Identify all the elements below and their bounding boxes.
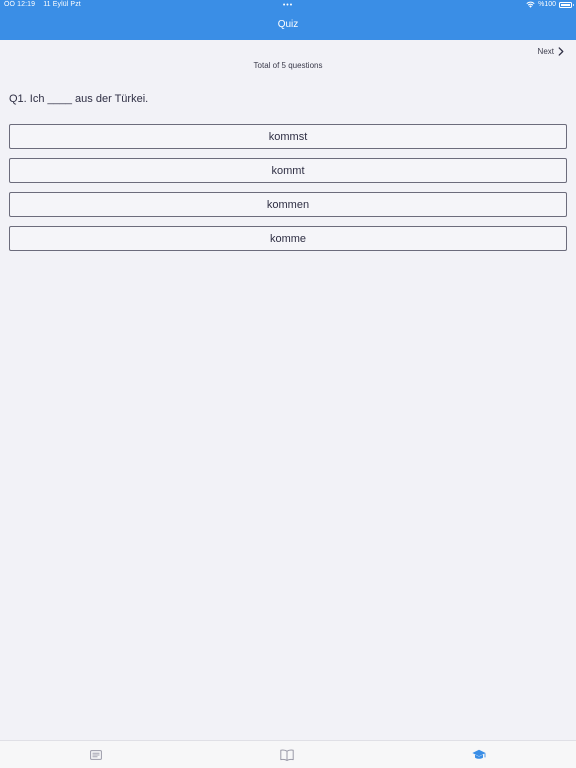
tab-dictionary[interactable]	[280, 748, 294, 762]
tab-quiz[interactable]	[472, 748, 486, 762]
answer-option-4[interactable]: komme	[9, 226, 567, 251]
wifi-icon	[526, 1, 535, 8]
answer-options: kommst kommt kommen komme	[9, 124, 567, 260]
book-icon	[280, 749, 294, 761]
list-icon	[90, 750, 102, 760]
answer-option-2[interactable]: kommt	[9, 158, 567, 183]
next-label: Next	[537, 47, 554, 56]
app-header: ÖÖ 12:19 11 Eylül Pzt ••• %100 Quiz	[0, 0, 576, 40]
answer-option-1[interactable]: kommst	[9, 124, 567, 149]
chevron-right-icon	[558, 47, 564, 56]
multitasking-dots[interactable]: •••	[0, 2, 576, 9]
battery-percent: %100	[538, 1, 556, 8]
graduation-cap-icon	[472, 749, 486, 759]
battery-icon	[559, 1, 574, 8]
next-button[interactable]: Next	[538, 47, 564, 56]
answer-option-3[interactable]: kommen	[9, 192, 567, 217]
tab-bar	[0, 740, 576, 768]
total-questions-label: Total of 5 questions	[253, 61, 323, 70]
page-title: Quiz	[277, 19, 299, 30]
status-bar-right: %100	[526, 1, 574, 8]
tab-lessons[interactable]	[89, 748, 103, 762]
question-text: Q1. Ich ____ aus der Türkei.	[9, 93, 149, 105]
